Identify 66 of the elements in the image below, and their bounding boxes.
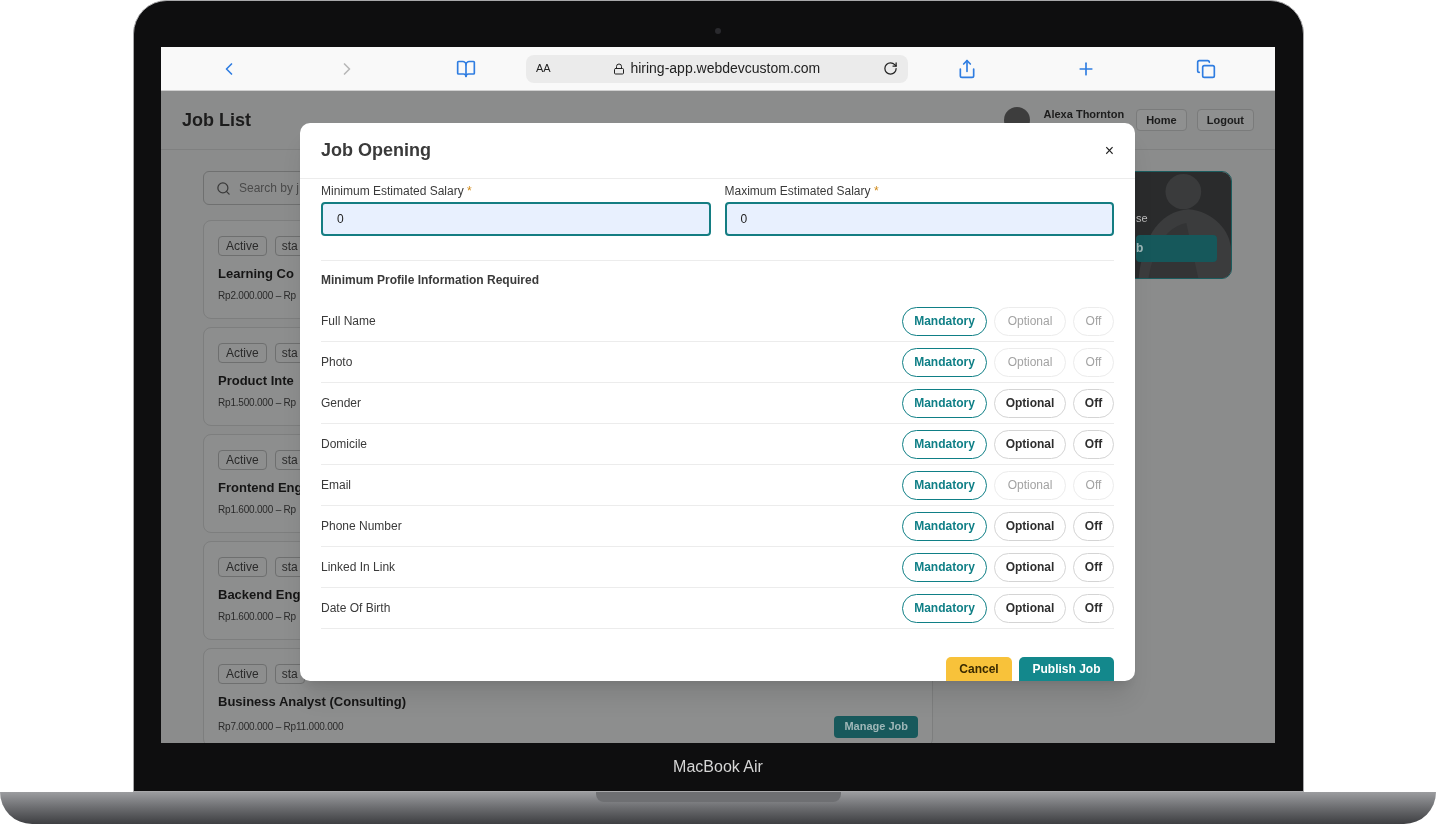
option-pill[interactable]: Mandatory (902, 470, 987, 500)
salary-range: Rp1.500.000 – Rp (218, 395, 296, 410)
page-title: Job List (182, 108, 251, 132)
section-title: Minimum Profile Information Required (321, 272, 540, 289)
option-pill[interactable]: Off (1073, 388, 1114, 418)
option-pill[interactable]: Mandatory (902, 552, 987, 582)
status-tag: Active (218, 450, 267, 470)
salary-range: Rp1.600.000 – Rp (218, 609, 296, 624)
promo-text: se (1136, 211, 1149, 226)
salary-range: Rp2.000.000 – Rp (218, 288, 296, 303)
url-text: hiring-app.webdevcustom.com (630, 59, 821, 78)
salary-input[interactable]: 0 (724, 202, 1114, 236)
option-pill[interactable]: Off (1073, 429, 1114, 459)
option-pill[interactable]: Mandatory (902, 306, 987, 336)
promo-button[interactable]: b (1136, 234, 1217, 262)
option-pill[interactable]: Mandatory (902, 511, 987, 541)
device-label: MacBook Air (673, 757, 763, 777)
tabs-icon[interactable] (1196, 58, 1216, 79)
status-tag: Active (218, 664, 267, 684)
reader-button[interactable]: AA (536, 60, 551, 77)
manage-job-button[interactable]: Manage Job (834, 715, 918, 738)
reload-icon[interactable] (883, 61, 898, 76)
requirement-label: Email (321, 477, 351, 494)
status-tag: Active (218, 557, 267, 577)
option-pill[interactable]: Optional (994, 552, 1066, 582)
salary-range: Rp7.000.000 – Rp11.000.000 (218, 720, 344, 734)
option-pill[interactable]: Optional (994, 388, 1066, 418)
option-pill[interactable]: Optional (994, 511, 1066, 541)
close-button[interactable]: × (1104, 138, 1114, 163)
share-icon[interactable] (957, 58, 977, 79)
requirement-label: Domicile (321, 436, 367, 453)
option-pill[interactable]: Mandatory (902, 347, 987, 377)
requirement-label: Full Name (321, 313, 376, 330)
job-title: Product Inte (218, 372, 294, 390)
job-title: Business Analyst (Consulting) (218, 693, 407, 711)
salary-range: Rp1.600.000 – Rp (218, 502, 296, 517)
job-title: Backend Eng (218, 586, 301, 604)
option-pill[interactable]: Off (1073, 511, 1114, 541)
option-pill[interactable]: Off (1073, 593, 1114, 623)
option-pill[interactable]: Mandatory (902, 388, 987, 418)
header-button[interactable]: Home (1136, 109, 1187, 131)
option-pill[interactable]: Optional (994, 429, 1066, 459)
job-title: Learning Co (218, 265, 294, 283)
option-pill[interactable]: Off (1073, 552, 1114, 582)
dialog-title: Job Opening (321, 139, 431, 162)
search-icon (216, 180, 231, 196)
requirement-label: Phone Number (321, 518, 402, 535)
address-bar[interactable]: AA hiring-app.webdevcustom.com (526, 54, 908, 83)
publish-button[interactable]: Publish Job (1019, 657, 1114, 681)
lock-icon (613, 62, 626, 75)
header-button[interactable]: Logout (1196, 109, 1254, 131)
user-name: Alexa Thornton (1043, 107, 1125, 122)
requirement-label: Photo (321, 354, 353, 371)
field-label: Maximum Estimated Salary * (724, 183, 880, 200)
requirement-label: Linked In Link (321, 559, 396, 576)
cancel-button[interactable]: Cancel (946, 657, 1012, 681)
option-pill[interactable]: Mandatory (902, 429, 987, 459)
requirement-label: Gender (321, 395, 362, 412)
field-label: Minimum Estimated Salary * (321, 183, 473, 200)
option-pill[interactable]: Mandatory (902, 593, 987, 623)
status-tag: Active (218, 236, 267, 256)
salary-input[interactable]: 0 (321, 202, 711, 236)
option-pill[interactable]: Optional (994, 593, 1066, 623)
status-tag: Active (218, 343, 267, 363)
bookmarks-icon[interactable] (456, 58, 476, 79)
requirement-label: Date Of Birth (321, 600, 391, 617)
